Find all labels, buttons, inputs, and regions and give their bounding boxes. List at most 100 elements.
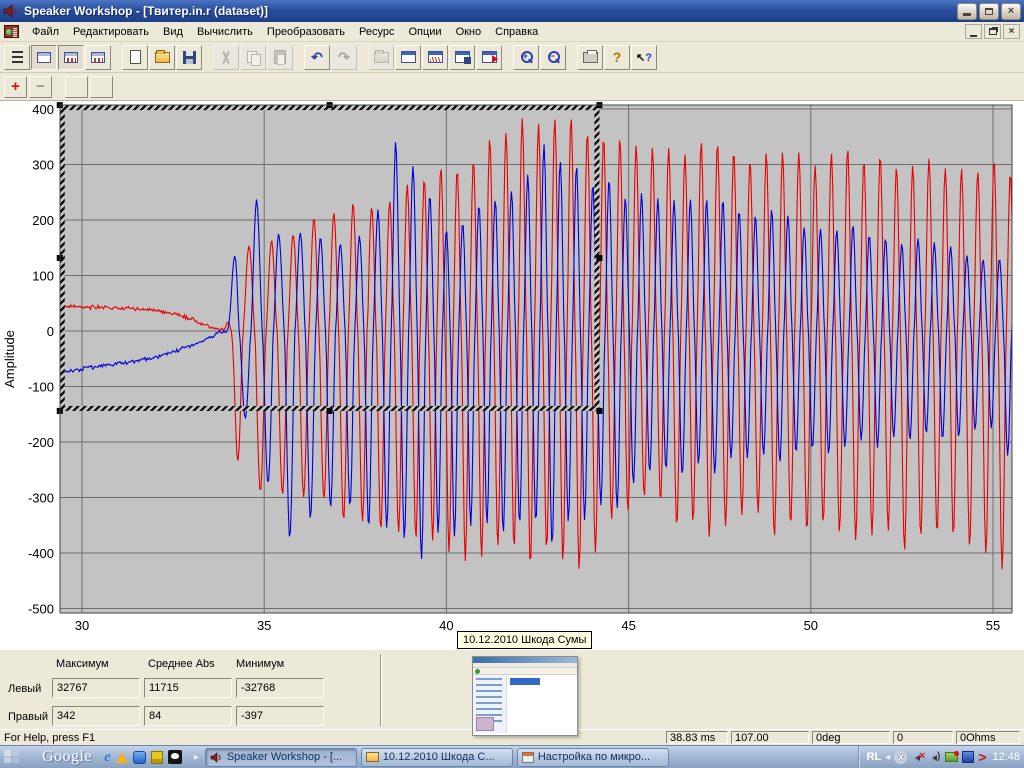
context-help-button[interactable]: ↖?: [631, 45, 657, 70]
selection-handle[interactable]: [327, 408, 333, 414]
window-preview-thumbnail[interactable]: [472, 656, 578, 736]
cut-button[interactable]: [213, 45, 239, 70]
stat-left-min: -32768: [236, 678, 324, 698]
svg-text:100: 100: [32, 269, 54, 284]
export-icon: [482, 51, 497, 63]
open-button[interactable]: [149, 45, 175, 70]
task-button-speaker-workshop[interactable]: Speaker Workshop - [...: [205, 748, 357, 767]
language-indicator[interactable]: RL: [867, 751, 882, 763]
remote-app-tray-icon[interactable]: [962, 751, 974, 763]
datasheet-grid-button[interactable]: [58, 45, 84, 70]
menu-options[interactable]: Опции: [401, 23, 448, 41]
paste-button[interactable]: [267, 45, 293, 70]
stat-header-min: Минимум: [236, 658, 284, 670]
stat-row-label-right: Правый: [8, 711, 48, 723]
new-button[interactable]: [122, 45, 148, 70]
help-button[interactable]: ?: [604, 45, 630, 70]
stat-left-avg: 11715: [144, 678, 232, 698]
flag-quad: [4, 750, 11, 756]
task-button-label: Настройка по микро...: [538, 751, 650, 763]
svg-text:40: 40: [439, 618, 453, 633]
quick-launch-expand-chevron[interactable]: ▸: [194, 752, 199, 763]
blank-button-1[interactable]: [65, 76, 88, 98]
datasheet-grid-icon: [64, 52, 78, 63]
thumb-selected-file: [510, 678, 540, 685]
volume-icon[interactable]: [928, 751, 941, 764]
restore-button[interactable]: [979, 3, 999, 20]
menu-calculate[interactable]: Вычислить: [190, 23, 260, 41]
panel-divider: [380, 654, 382, 726]
settings-window-icon: [522, 752, 534, 763]
menu-window[interactable]: Окно: [449, 23, 489, 41]
stat-right-max: 342: [52, 706, 140, 726]
redo-button[interactable]: ↷: [331, 45, 357, 70]
google-toolbar-label[interactable]: Google: [42, 748, 92, 766]
window-title: Speaker Workshop - [Твитер.in.r (dataset…: [24, 4, 955, 18]
close-button[interactable]: ×: [1001, 3, 1021, 20]
internet-explorer-icon[interactable]: e: [104, 750, 111, 765]
task-button-settings[interactable]: Настройка по микро...: [517, 748, 669, 767]
tray-clock: 12:48: [992, 751, 1020, 763]
properties-window-button[interactable]: [395, 45, 421, 70]
blank-button-2[interactable]: [90, 76, 113, 98]
svg-text:50: 50: [804, 618, 818, 633]
plus-icon: +: [11, 79, 20, 94]
menu-file[interactable]: Файл: [25, 23, 66, 41]
datasheet-values-button[interactable]: [85, 45, 111, 70]
messenger-icon[interactable]: [133, 751, 146, 764]
add-node-button[interactable]: +: [4, 76, 27, 98]
network-off-icon[interactable]: x: [894, 751, 907, 764]
zoom-in-button[interactable]: +: [513, 45, 539, 70]
datasheet-view-button[interactable]: [31, 45, 57, 70]
waveform-chart[interactable]: 3035404550554003002001000-100-200-300-40…: [0, 101, 1024, 649]
mdi-minimize-button[interactable]: [965, 24, 982, 39]
menu-help[interactable]: Справка: [488, 23, 545, 41]
save-button[interactable]: [176, 45, 202, 70]
skull-app-icon[interactable]: [168, 750, 182, 764]
print-icon: [583, 52, 598, 63]
copy-button[interactable]: [240, 45, 266, 70]
remove-node-button[interactable]: −: [29, 76, 52, 98]
stat-right-avg: 84: [144, 706, 232, 726]
robot-app-icon[interactable]: [151, 751, 163, 764]
menu-view[interactable]: Вид: [156, 23, 190, 41]
zoom-out-button[interactable]: −: [540, 45, 566, 70]
print-button[interactable]: [577, 45, 603, 70]
minimize-icon: [963, 13, 971, 16]
minimize-button[interactable]: [957, 3, 977, 20]
svg-text:-300: -300: [28, 491, 54, 506]
outline-view-button[interactable]: [4, 45, 30, 70]
tray-collapse-chevron[interactable]: ◂: [885, 752, 890, 763]
main-toolbar: ↶ ↷ + − ? ↖?: [0, 42, 1024, 73]
stat-row-label-left: Левый: [8, 683, 41, 695]
context-help-icon: ↖?: [636, 51, 652, 64]
selection-handle[interactable]: [596, 255, 602, 261]
save-workspace-button[interactable]: [449, 45, 475, 70]
mdi-close-button[interactable]: ×: [1003, 24, 1020, 39]
folder-icon: [366, 752, 379, 762]
undo-button[interactable]: ↶: [304, 45, 330, 70]
selection-handle[interactable]: [596, 408, 602, 414]
chart-window-button[interactable]: [422, 45, 448, 70]
y-axis-title: Amplitude: [2, 330, 17, 388]
dataset-document-icon[interactable]: [4, 25, 19, 38]
volume-muted-icon[interactable]: [911, 751, 924, 764]
power-tray-icon[interactable]: [945, 752, 958, 762]
properties-window-icon: [401, 51, 416, 63]
export-button[interactable]: [476, 45, 502, 70]
open-resource-button[interactable]: [368, 45, 394, 70]
start-button[interactable]: [4, 750, 20, 764]
stat-header-avg: Среднее Abs: [148, 658, 215, 670]
menu-edit[interactable]: Редактировать: [66, 23, 156, 41]
flag-quad: [4, 757, 11, 763]
task-speaker-icon: [210, 751, 223, 764]
menu-transform[interactable]: Преобразовать: [260, 23, 352, 41]
thumb-toolbar: [473, 668, 577, 675]
menu-resource[interactable]: Ресурс: [352, 23, 401, 41]
restore-icon: [985, 8, 993, 15]
plot-area[interactable]: [60, 105, 1012, 613]
task-button-folder[interactable]: 10.12.2010 Шкода С...: [361, 748, 513, 767]
mdi-restore-button[interactable]: [984, 24, 1001, 39]
delta-triangle-icon[interactable]: [116, 752, 128, 763]
quick-red-arrow-icon[interactable]: >: [978, 750, 986, 764]
